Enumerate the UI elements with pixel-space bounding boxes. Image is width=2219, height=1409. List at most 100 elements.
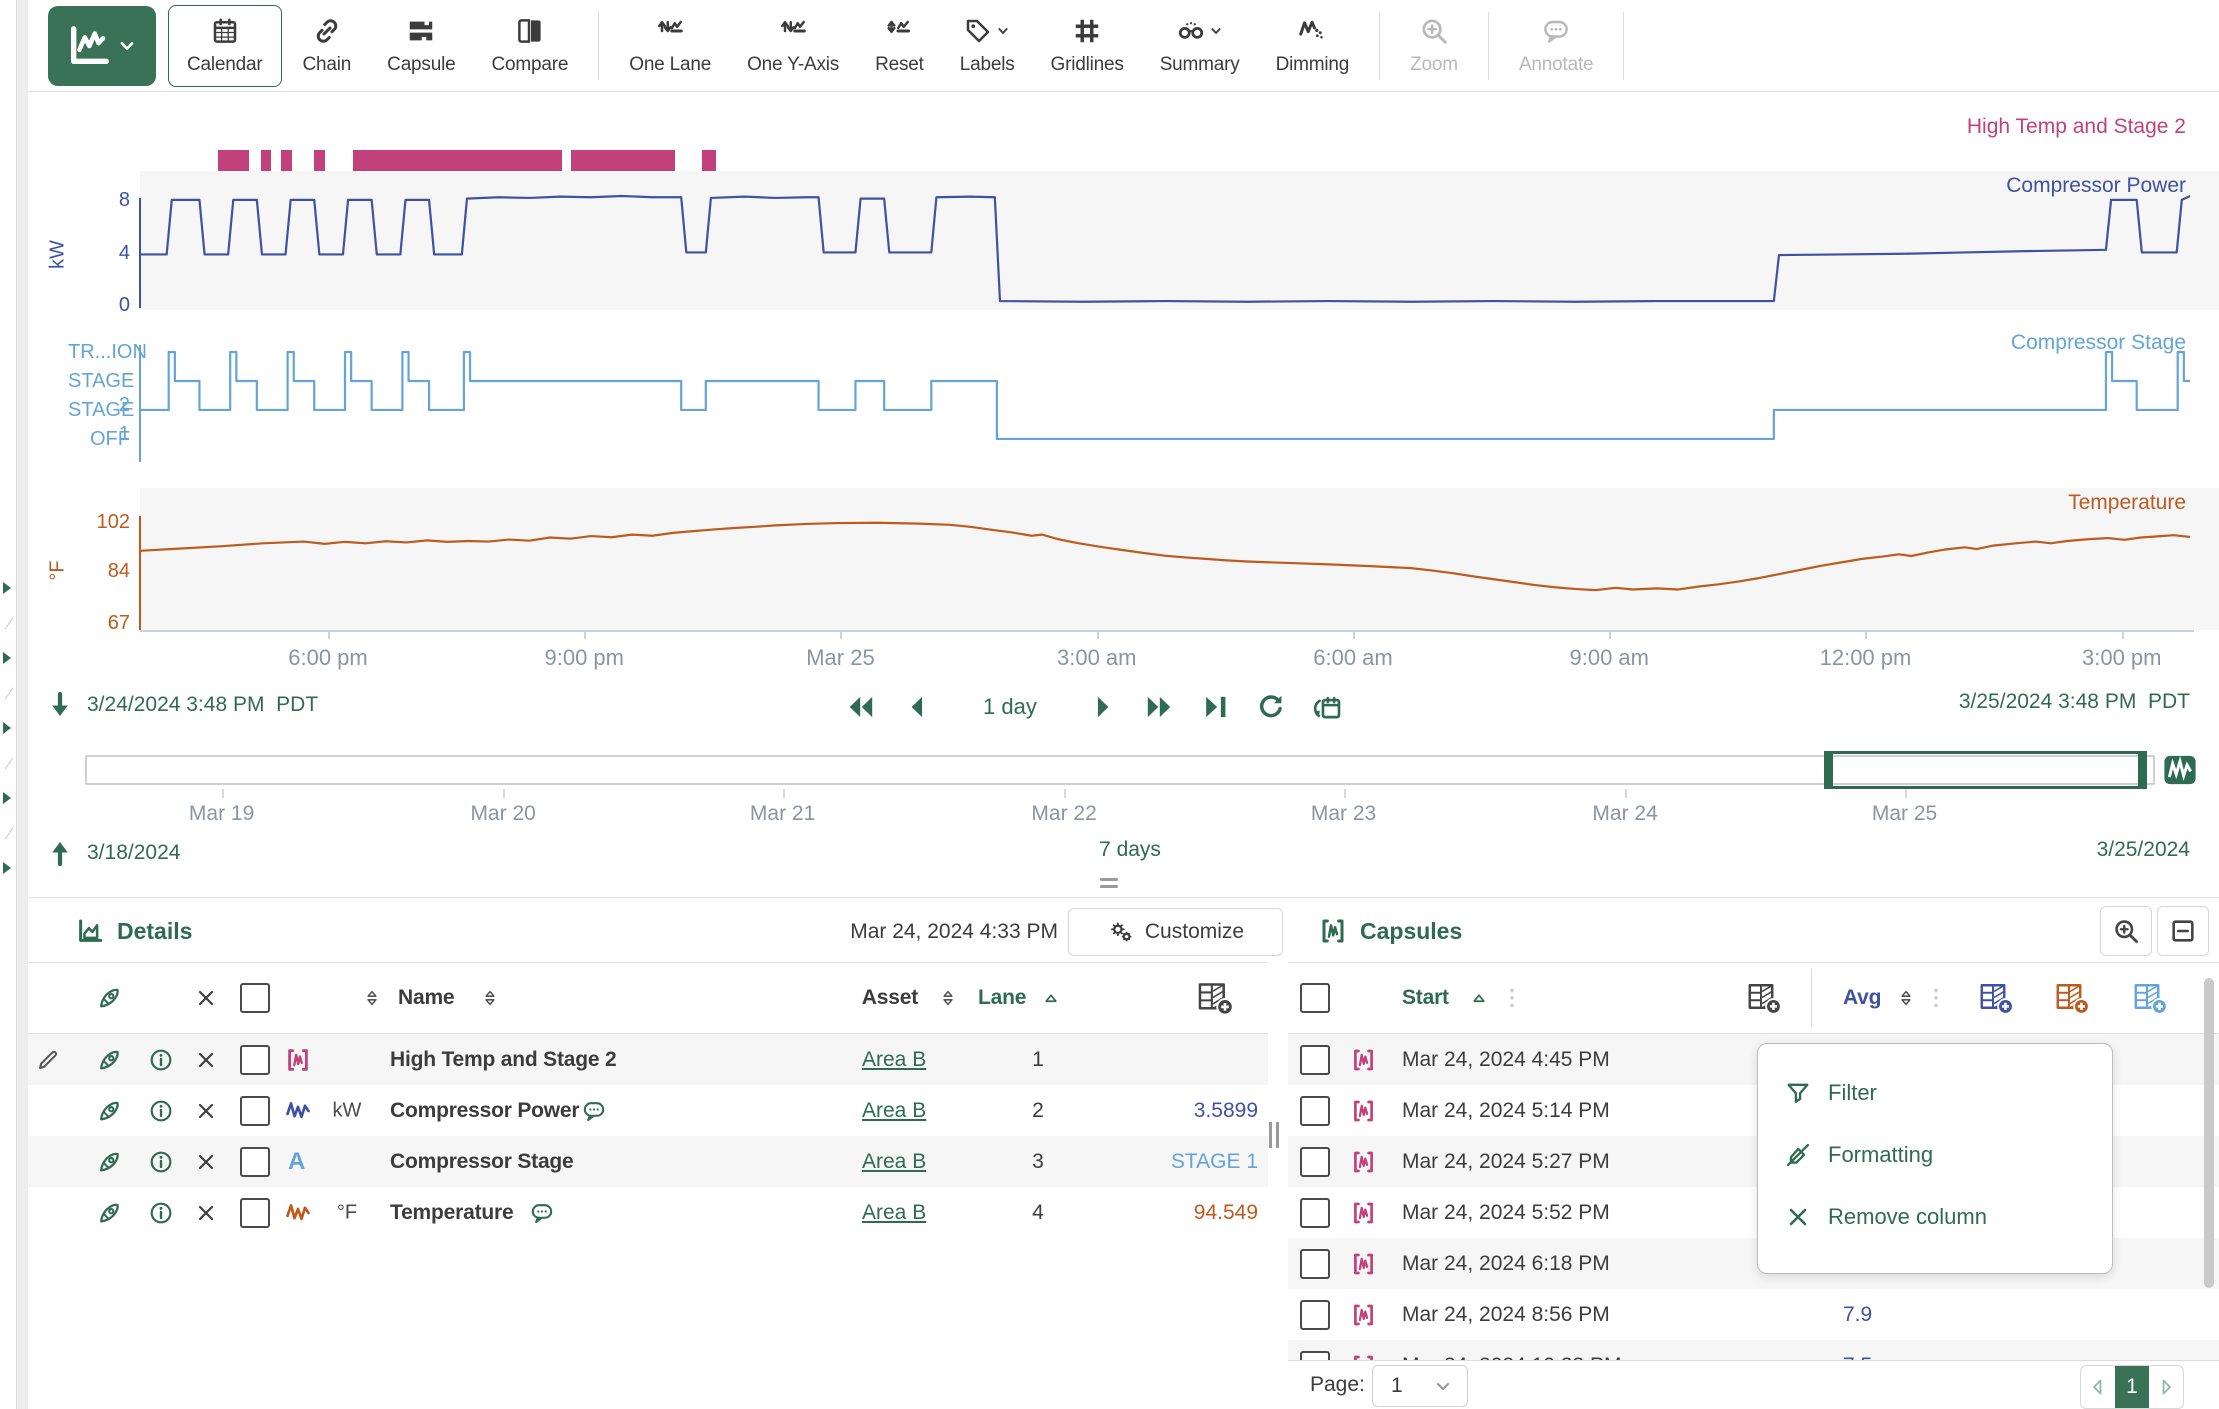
capsule-row[interactable]: Mar 24, 2024 10:23 PM7.5 (1288, 1340, 2219, 1360)
item-remove-button[interactable] (194, 1201, 218, 1225)
item-asset-link[interactable]: Area B (862, 1201, 926, 1225)
sort-name-icon[interactable] (479, 987, 501, 1009)
add-column-button[interactable] (1746, 980, 1782, 1016)
capsule-segment[interactable] (571, 150, 676, 171)
item-info-button[interactable] (148, 1047, 174, 1073)
capsule-segment[interactable] (261, 150, 271, 171)
collapsed-sidebar-strip[interactable] (0, 0, 17, 1409)
item-asset-link[interactable]: Area B (862, 1048, 926, 1072)
page-next-button[interactable] (2149, 1366, 2183, 1408)
customize-button[interactable]: Customize (1068, 908, 1283, 956)
step-to-now-button[interactable] (1199, 691, 1231, 723)
add-column-power-button[interactable] (1978, 980, 2014, 1016)
toolbar-button-one-lane[interactable]: One Lane (614, 5, 726, 87)
item-navigate-icon[interactable] (96, 1097, 123, 1124)
column-header-asset[interactable]: Asset (818, 986, 918, 1010)
capsule-checkbox[interactable] (1300, 1351, 1330, 1361)
edit-pencil-icon[interactable] (36, 1048, 60, 1072)
item-navigate-icon[interactable] (96, 1148, 123, 1175)
toolbar-button-annotate[interactable]: Annotate (1504, 5, 1608, 87)
page-prev-button[interactable] (2081, 1366, 2115, 1408)
panels-vertical-splitter[interactable] (1269, 1122, 1279, 1148)
select-all-checkbox[interactable] (240, 983, 270, 1013)
chart-capsule-toggle[interactable] (2163, 753, 2197, 787)
item-info-button[interactable] (148, 1200, 174, 1226)
add-column-stage-button[interactable] (2132, 980, 2168, 1016)
select-all-items-icon[interactable] (96, 985, 123, 1012)
capsule-checkbox[interactable] (1300, 1300, 1330, 1330)
capsules-collapse-button[interactable] (2157, 906, 2209, 956)
menu-item-filter[interactable]: Filter (1758, 1062, 2112, 1124)
brush-right-handle[interactable] (2138, 751, 2147, 789)
capsule-segment[interactable] (218, 150, 249, 171)
toolbar-button-labels[interactable]: Labels (945, 5, 1030, 87)
item-checkbox[interactable] (240, 1096, 270, 1126)
avg-column-menu[interactable] (1924, 986, 1948, 1010)
annotation-bubble-icon[interactable] (529, 1200, 555, 1226)
sort-avg-icon[interactable] (1895, 987, 1917, 1009)
item-checkbox[interactable] (240, 1147, 270, 1177)
details-row[interactable]: °FTemperatureArea B494.549 (28, 1187, 1268, 1238)
capsule-checkbox[interactable] (1300, 1198, 1330, 1228)
capsule-checkbox[interactable] (1300, 1249, 1330, 1279)
item-checkbox[interactable] (240, 1045, 270, 1075)
sort-lane-asc-icon[interactable] (1040, 987, 1062, 1009)
item-remove-button[interactable] (194, 1099, 218, 1123)
series-label[interactable]: High Temp and Stage 2 (1967, 115, 2186, 139)
toolbar-button-summary[interactable]: Summary (1145, 5, 1255, 87)
annotation-bubble-icon[interactable] (581, 1098, 607, 1124)
capsule-checkbox[interactable] (1300, 1147, 1330, 1177)
display-range-end[interactable]: 3/25/2024 3:48 PM PDT (1959, 690, 2190, 714)
sort-start-asc-icon[interactable] (1468, 987, 1490, 1009)
item-asset-link[interactable]: Area B (862, 1150, 926, 1174)
step-back-button[interactable] (901, 691, 933, 723)
capsule-segment[interactable] (702, 150, 716, 171)
item-checkbox[interactable] (240, 1198, 270, 1228)
expand-panel-arrow-icon[interactable] (3, 582, 11, 594)
item-info-button[interactable] (148, 1098, 174, 1124)
capsules-scrollbar[interactable] (2204, 978, 2214, 1288)
expand-panel-arrow-icon[interactable] (3, 862, 11, 874)
investigate-brush[interactable] (1828, 751, 2143, 789)
details-row[interactable]: ACompressor StageArea B3STAGE 1 (28, 1136, 1268, 1187)
item-navigate-icon[interactable] (96, 1199, 123, 1226)
panel-splitter-handle[interactable] (1100, 878, 1118, 888)
toolbar-button-compare[interactable]: Compare (476, 5, 583, 87)
capsule-segment[interactable] (281, 150, 291, 171)
toolbar-button-capsule[interactable]: Capsule (372, 5, 470, 87)
capsule-checkbox[interactable] (1300, 1045, 1330, 1075)
step-forward-button[interactable] (1087, 691, 1119, 723)
toolbar-button-chain[interactable]: Chain (288, 5, 367, 87)
capsule-checkbox[interactable] (1300, 1096, 1330, 1126)
refresh-button[interactable] (1255, 691, 1287, 723)
remove-all-button[interactable] (194, 986, 218, 1010)
capsule-row[interactable]: Mar 24, 2024 8:56 PM7.9 (1288, 1289, 2219, 1340)
expand-panel-arrow-icon[interactable] (3, 652, 11, 664)
display-range-start[interactable]: 3/24/2024 3:48 PM PDT (45, 690, 318, 720)
trend-view-button[interactable] (48, 6, 156, 86)
page-current[interactable]: 1 (2115, 1366, 2149, 1408)
step-forward-fast-button[interactable] (1143, 691, 1175, 723)
capsules-zoom-button[interactable] (2100, 906, 2152, 956)
expand-panel-arrow-icon[interactable] (3, 792, 11, 804)
capsule-segment[interactable] (314, 150, 324, 171)
start-column-menu[interactable] (1500, 986, 1524, 1010)
toolbar-button-gridlines[interactable]: Gridlines (1036, 5, 1139, 87)
capsules-select-all-checkbox[interactable] (1300, 983, 1330, 1013)
step-back-fast-button[interactable] (845, 691, 877, 723)
range-duration[interactable]: 1 day (983, 694, 1037, 720)
add-column-temp-button[interactable] (2054, 980, 2090, 1016)
brush-left-handle[interactable] (1824, 751, 1833, 789)
menu-item-remove-column[interactable]: Remove column (1758, 1186, 2112, 1248)
toolbar-button-zoom[interactable]: Zoom (1395, 5, 1473, 87)
investigate-start[interactable]: 3/18/2024 (45, 838, 180, 868)
toolbar-button-calendar[interactable]: Calendar (168, 5, 282, 87)
column-header-avg[interactable]: Avg (1843, 986, 1881, 1010)
item-navigate-icon[interactable] (96, 1046, 123, 1073)
add-column-button[interactable] (1196, 979, 1234, 1017)
item-asset-link[interactable]: Area B (862, 1099, 926, 1123)
column-header-lane[interactable]: Lane (978, 986, 1026, 1010)
item-info-button[interactable] (148, 1149, 174, 1175)
item-remove-button[interactable] (194, 1150, 218, 1174)
expand-panel-arrow-icon[interactable] (3, 722, 11, 734)
